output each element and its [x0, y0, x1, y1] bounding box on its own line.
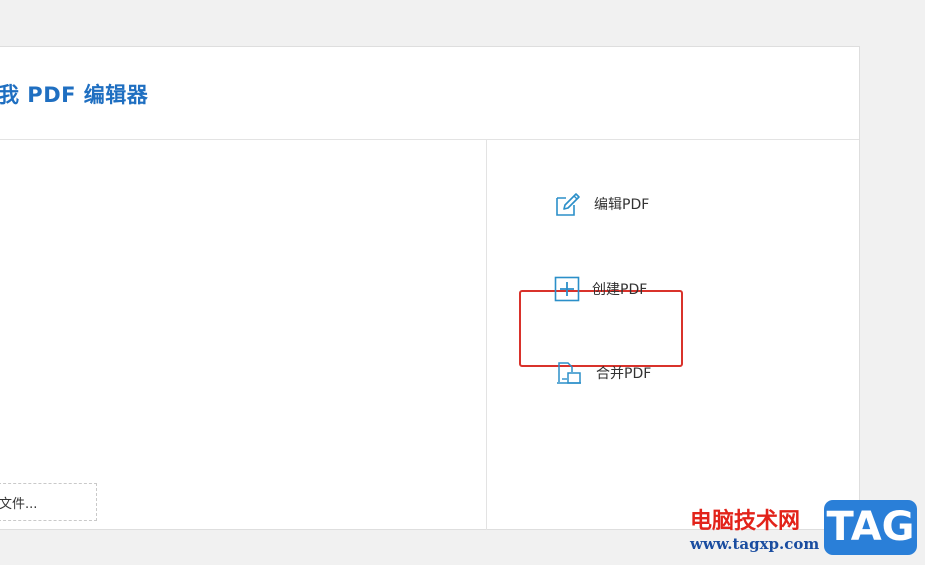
- merge-pdf-button[interactable]: 合并PDF: [556, 360, 651, 386]
- create-pdf-label: 创建PDF: [592, 282, 648, 298]
- header: 我 PDF 编辑器: [0, 47, 859, 140]
- main-panel: 我 PDF 编辑器 文件... 编辑PDF 创建PDF 合并PDF: [0, 46, 860, 530]
- app-title: 我 PDF 编辑器: [0, 83, 149, 107]
- watermark-logo: TAG: [824, 500, 917, 555]
- edit-pdf-button[interactable]: 编辑PDF: [553, 190, 649, 218]
- plus-square-icon: [554, 276, 580, 302]
- edit-pdf-label: 编辑PDF: [594, 197, 650, 213]
- merge-pdf-label: 合并PDF: [596, 366, 652, 382]
- open-file-button[interactable]: 文件...: [0, 483, 97, 521]
- merge-icon: [556, 360, 582, 386]
- create-pdf-button[interactable]: 创建PDF: [554, 276, 647, 302]
- open-file-label: 文件...: [0, 496, 38, 512]
- panel-divider: [486, 140, 487, 530]
- edit-icon: [553, 190, 581, 218]
- watermark-text: 电脑技术网: [690, 508, 801, 534]
- watermark-url: www.tagxp.com: [690, 535, 820, 553]
